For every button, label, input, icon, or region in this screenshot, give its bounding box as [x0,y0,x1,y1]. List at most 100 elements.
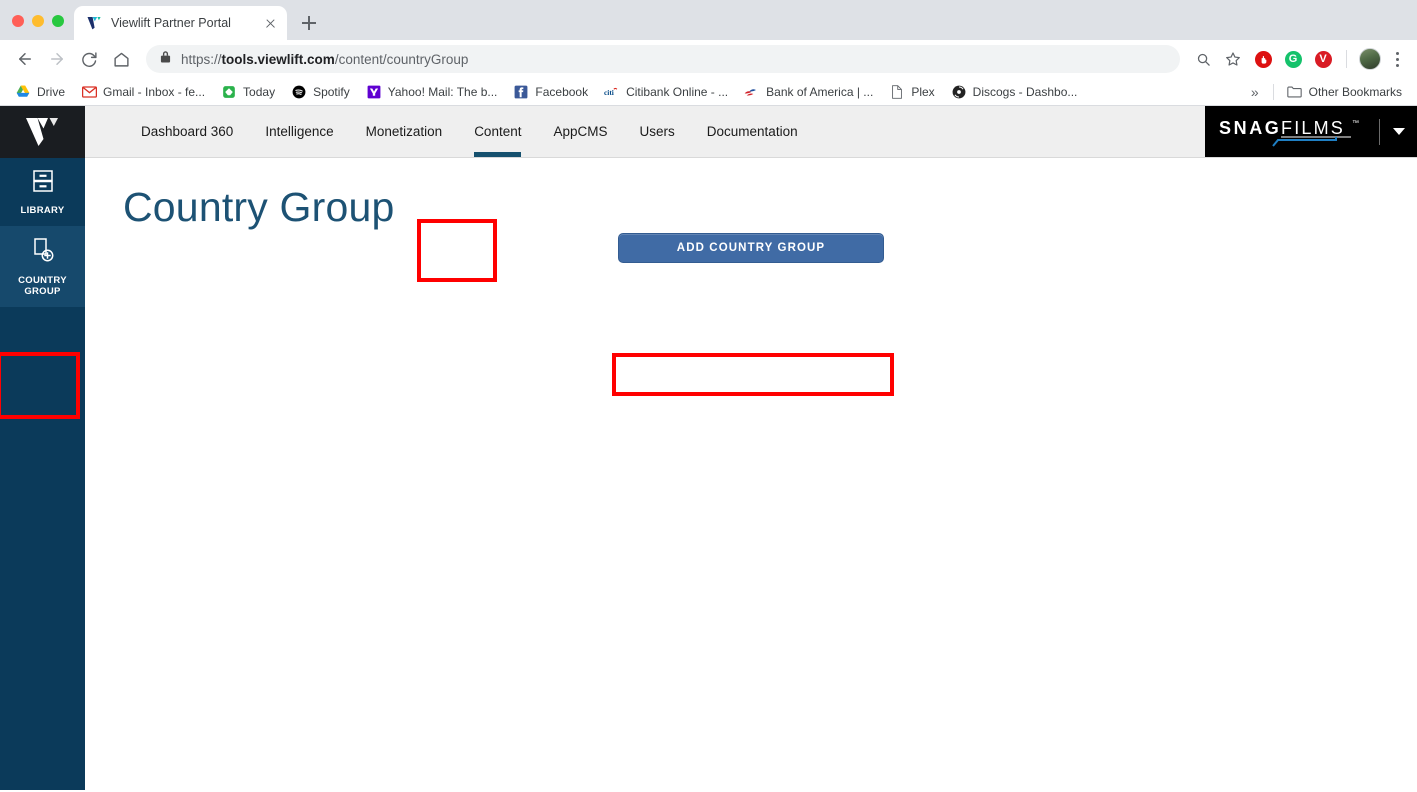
bookmark-item[interactable]: Bank of America | ... [737,81,880,103]
bookmark-label: Today [243,84,276,99]
bookmarks-bar: Drive Gmail - Inbox - fe... Today Spotif… [0,78,1417,106]
minimize-window-button[interactable] [32,15,44,27]
browser-tab-strip: Viewlift Partner Portal [0,0,1417,40]
bookmark-item[interactable]: Discogs - Dashbo... [944,81,1085,103]
bookmark-label: Yahoo! Mail: The b... [387,84,498,99]
app-top-navigation: Dashboard 360 Intelligence Monetization … [85,106,1417,158]
add-country-group-button[interactable]: ADD COUNTRY GROUP [618,233,884,263]
bookmark-item[interactable]: citi Citibank Online - ... [597,81,735,103]
browser-toolbar: https://tools.viewlift.com/content/count… [0,40,1417,78]
google-drive-icon [15,84,31,100]
nav-label: Intelligence [265,124,334,139]
app-content-column: Dashboard 360 Intelligence Monetization … [85,106,1417,790]
tab-users[interactable]: Users [624,106,691,157]
svg-text:citi: citi [604,87,614,96]
nav-label: Content [474,124,522,139]
other-bookmarks-folder[interactable]: Other Bookmarks [1280,81,1409,103]
toolbar-icon-group: G V [1190,46,1407,72]
chrome-menu-kebab-icon[interactable] [1387,46,1407,72]
url-scheme: https:// [181,51,222,67]
nav-label: Dashboard 360 [141,124,234,139]
svg-text:FILMS: FILMS [1281,118,1345,138]
reload-icon[interactable] [74,44,104,74]
new-tab-button[interactable] [295,9,323,37]
bookmarks-divider [1272,83,1274,100]
filing-cabinet-icon [32,169,54,198]
tab-appcms[interactable]: AppCMS [537,106,623,157]
discogs-icon [951,84,967,100]
nav-label: AppCMS [553,124,608,139]
sidebar-item-country-group[interactable]: COUNTRY GROUP [0,226,85,307]
zoom-search-icon[interactable] [1190,46,1216,72]
tab-dashboard-360[interactable]: Dashboard 360 [125,106,249,157]
nav-label: Monetization [365,124,443,139]
bookmark-label: Facebook [535,84,589,99]
page-title: Country Group [123,184,395,230]
bookmark-label: Spotify [313,84,350,99]
bookmark-item[interactable]: Plex [882,81,941,103]
bookmark-label: Plex [911,84,935,99]
viewlift-v-icon [86,15,102,31]
bookmarks-overflow-button[interactable]: » [1243,84,1267,100]
brand-bar: SNAG FILMS ™ [1205,106,1417,157]
page-body: Country Group ADD COUNTRY GROUP [85,158,1417,790]
folder-icon [1287,84,1303,100]
tab-documentation[interactable]: Documentation [691,106,814,157]
address-bar[interactable]: https://tools.viewlift.com/content/count… [146,45,1180,73]
nav-label: Users [639,124,675,139]
browser-window: Viewlift Partner Portal https://tools.vi… [0,0,1417,792]
add-document-icon [31,237,55,268]
bookmark-item[interactable]: Today [214,81,282,103]
viewlift-logo[interactable] [0,106,85,158]
bookmark-label: Drive [37,84,66,99]
opera-adblock-extension-icon[interactable] [1250,46,1276,72]
bookmark-item[interactable]: Yahoo! Mail: The b... [359,81,505,103]
application-viewport: LIBRARY COUNTRY GROUP Dashboard 360 Inte… [0,106,1417,790]
chevron-down-icon[interactable] [1393,128,1405,135]
bookmark-item[interactable]: Facebook [506,81,595,103]
bookmark-item[interactable]: Spotify [284,81,357,103]
bank-of-america-icon [744,84,760,100]
spotify-icon [291,84,307,100]
tab-intelligence[interactable]: Intelligence [249,106,349,157]
svg-text:SNAG: SNAG [1219,118,1281,138]
other-bookmarks-label: Other Bookmarks [1308,84,1402,99]
citi-icon: citi [604,84,620,100]
profile-avatar[interactable] [1357,46,1383,72]
bookmark-label: Discogs - Dashbo... [972,84,1078,99]
sidebar-item-label: COUNTRY GROUP [18,275,67,297]
nav-label: Documentation [706,124,798,139]
url-path: /content/countryGroup [334,51,469,67]
close-icon[interactable] [262,15,279,32]
tab-title: Viewlift Partner Portal [111,16,231,30]
document-icon [889,84,905,100]
bookmark-star-icon[interactable] [1220,46,1246,72]
url-host: tools.viewlift.com [221,51,335,67]
bookmark-label: Gmail - Inbox - fe... [103,84,206,99]
bookmark-item[interactable]: Gmail - Inbox - fe... [74,81,212,103]
forward-arrow-icon[interactable] [42,44,72,74]
grammarly-extension-icon[interactable]: G [1280,46,1306,72]
add-country-group-button-wrap: ADD COUNTRY GROUP [618,233,884,263]
maximize-window-button[interactable] [52,15,64,27]
svg-text:™: ™ [1352,120,1359,127]
tab-monetization[interactable]: Monetization [350,106,459,157]
video-downloader-extension-icon[interactable]: V [1310,46,1336,72]
snagfilms-logo: SNAG FILMS ™ [1217,115,1367,149]
app-sidebar: LIBRARY COUNTRY GROUP [0,106,85,790]
brand-divider [1379,118,1380,145]
toolbar-divider [1346,50,1347,68]
tab-content[interactable]: Content [458,106,537,157]
sidebar-item-library[interactable]: LIBRARY [0,158,85,226]
close-window-button[interactable] [12,15,24,27]
bookmark-item[interactable]: Drive [8,81,72,103]
browser-tab[interactable]: Viewlift Partner Portal [74,6,287,40]
top-nav-items: Dashboard 360 Intelligence Monetization … [85,106,1205,157]
lock-icon [160,50,171,68]
sidebar-item-label: LIBRARY [20,205,65,216]
url-text: https://tools.viewlift.com/content/count… [181,52,468,67]
back-arrow-icon[interactable] [10,44,40,74]
gmail-icon [81,84,97,100]
home-icon[interactable] [106,44,136,74]
bookmark-label: Bank of America | ... [766,84,874,99]
